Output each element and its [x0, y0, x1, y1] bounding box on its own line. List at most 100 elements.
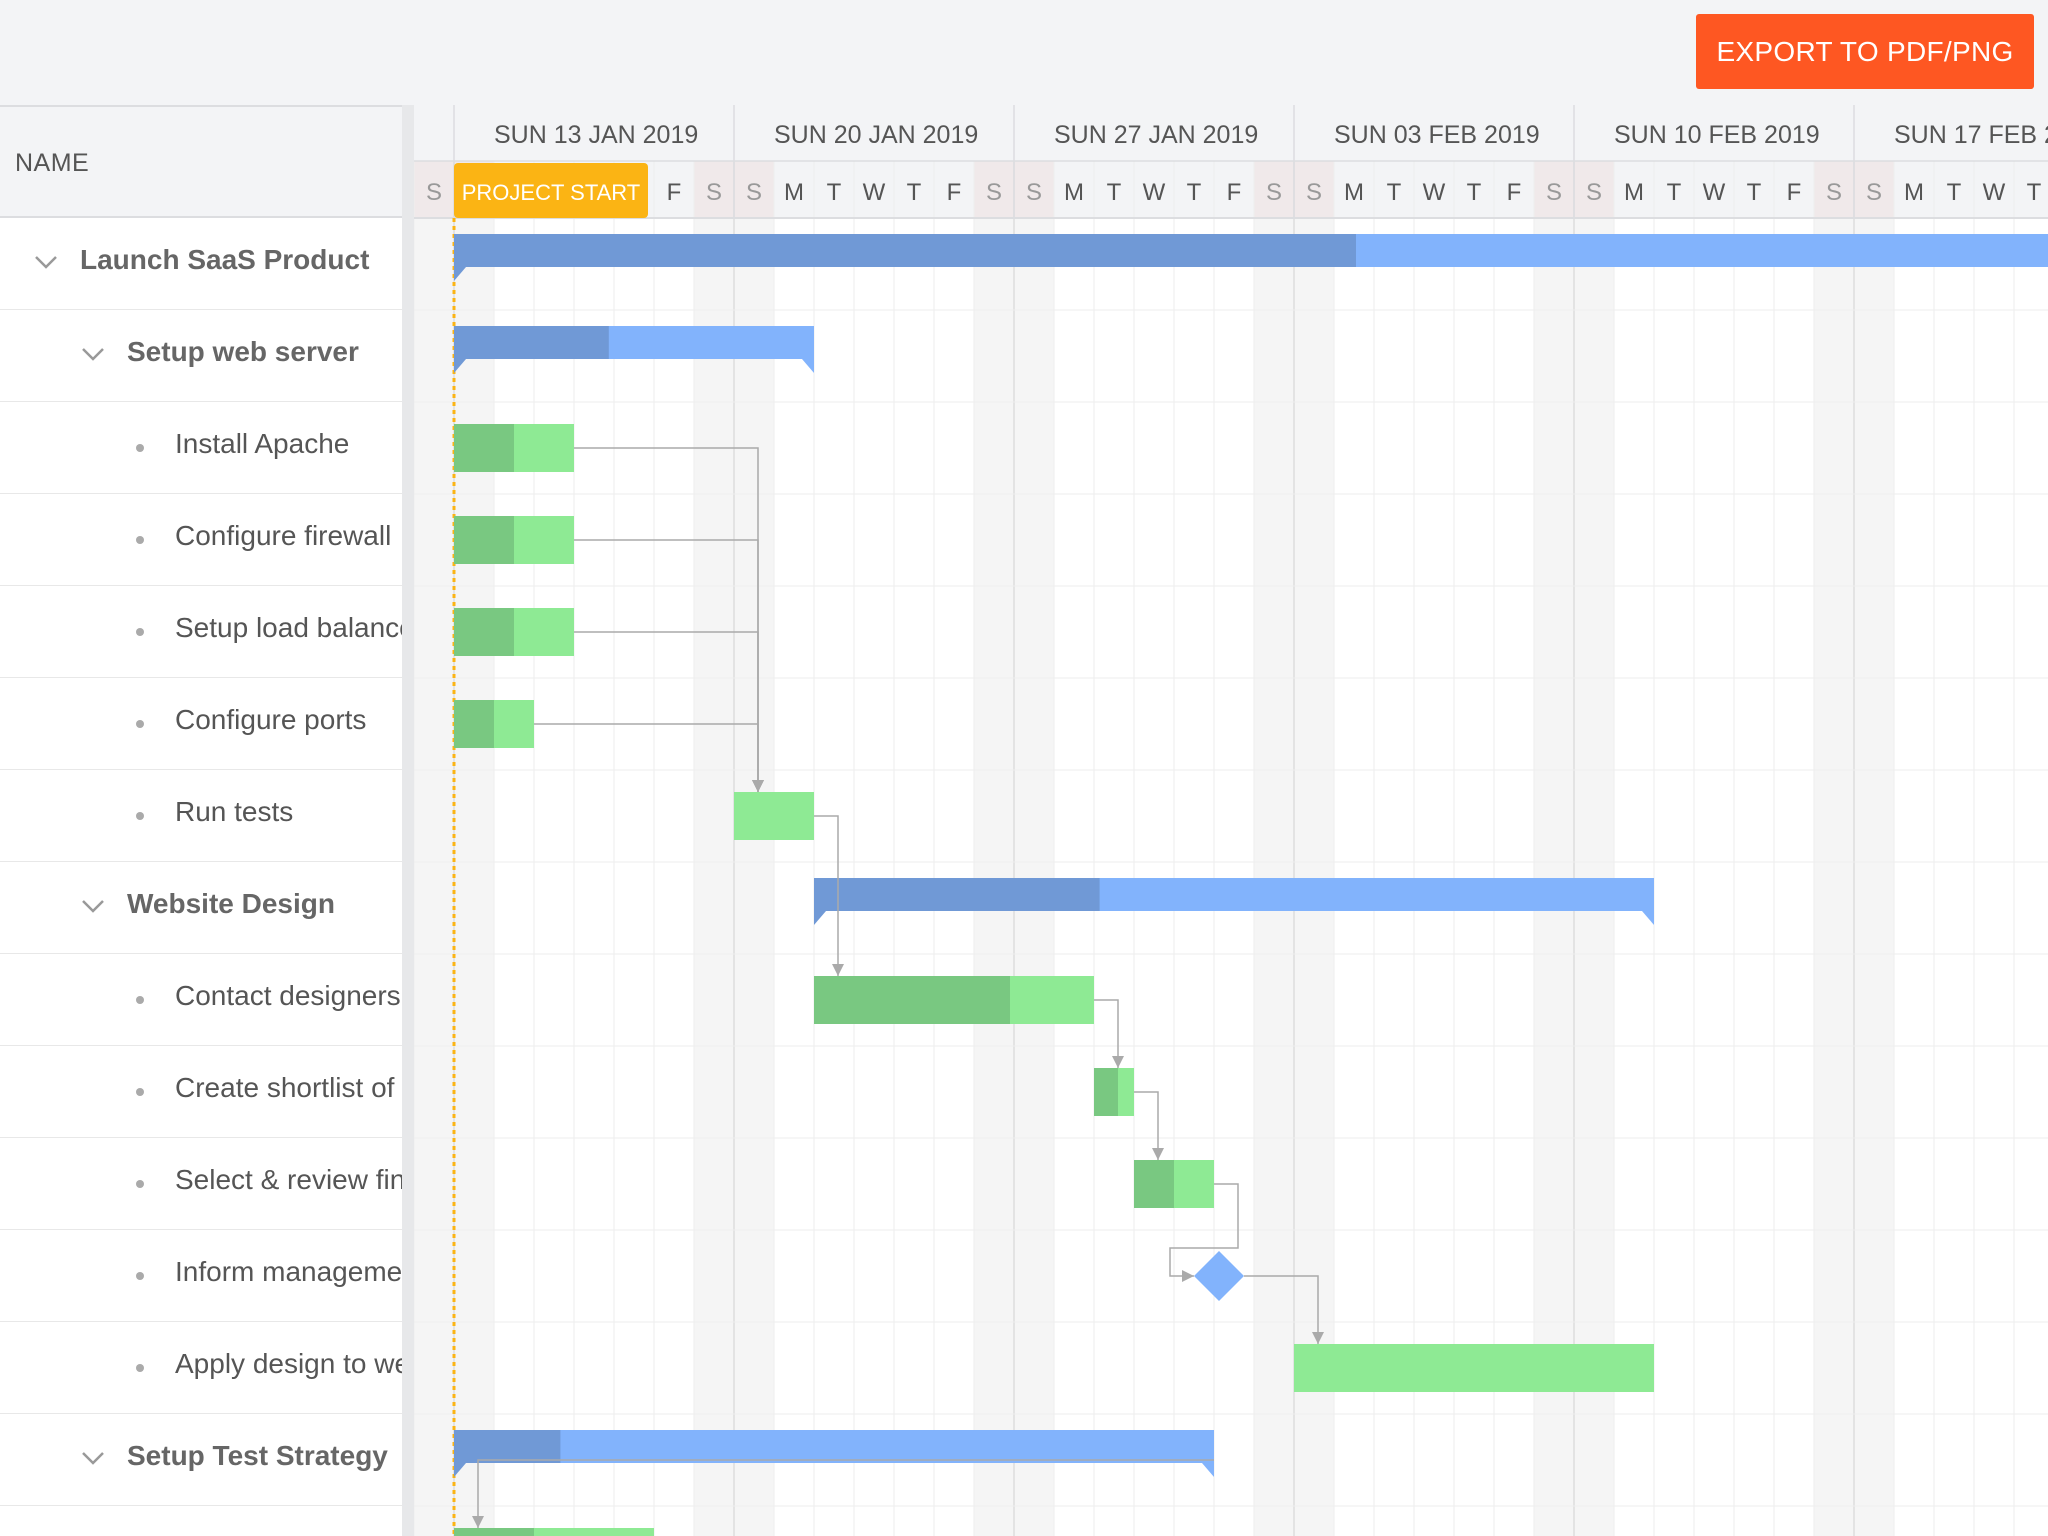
task-name: Launch SaaS Product — [80, 244, 370, 275]
bullet-icon — [136, 1364, 144, 1372]
weekend-column — [1014, 218, 1054, 1536]
bullet-icon — [136, 536, 144, 544]
task-name: Inform management about decision — [175, 1256, 402, 1287]
summary-bar[interactable] — [454, 1430, 1214, 1463]
summary-progress — [454, 1430, 561, 1463]
day-label: S — [1866, 179, 1882, 206]
bullet-icon — [136, 996, 144, 1004]
weekend-column — [1574, 218, 1614, 1536]
day-label: S — [426, 179, 442, 206]
task-row-run-tests[interactable]: Run tests — [0, 770, 402, 862]
task-row-install-apache[interactable]: Install Apache — [0, 402, 402, 494]
task-row-contact-designers[interactable]: Contact designers — [0, 954, 402, 1046]
day-label: F — [667, 179, 682, 206]
weekend-column — [414, 218, 454, 1536]
task-bar[interactable] — [1294, 1344, 1654, 1392]
task-tree: Launch SaaS Product Setup web server Insta… — [0, 218, 402, 1536]
toolbar: EXPORT TO PDF/PNG — [0, 0, 2048, 105]
day-label: M — [784, 179, 804, 206]
chevron-down-icon[interactable] — [80, 1448, 106, 1468]
summary-progress — [454, 234, 1356, 267]
day-label: M — [1344, 179, 1364, 206]
task-name: Install Apache — [175, 428, 350, 459]
day-label: W — [863, 179, 886, 206]
link-arrowhead — [1152, 1148, 1164, 1160]
week-label: SUN 27 JAN 2019 — [1054, 121, 1258, 149]
day-label: F — [1787, 179, 1802, 206]
bullet-icon — [136, 1088, 144, 1096]
day-label: W — [1703, 179, 1726, 206]
day-label: S — [986, 179, 1002, 206]
week-label: SUN 13 JAN 2019 — [494, 121, 698, 149]
task-name: Configure ports — [175, 704, 367, 735]
task-progress — [1134, 1160, 1174, 1208]
task-row-select-and-review-final-design[interactable]: Select & review final design — [0, 1138, 402, 1230]
week-label: SUN 20 JAN 2019 — [774, 121, 978, 149]
name-column-header[interactable]: NAME — [0, 105, 402, 218]
weekend-column — [1294, 218, 1334, 1536]
task-bar[interactable] — [734, 792, 814, 840]
task-name: Select & review final design — [175, 1164, 402, 1195]
task-row-inform-management-about-decision[interactable]: Inform management about decision — [0, 1230, 402, 1322]
summary-progress — [814, 878, 1100, 911]
summary-progress — [454, 326, 609, 359]
task-progress — [1094, 1068, 1118, 1116]
day-label: T — [1467, 179, 1482, 206]
day-label: T — [1947, 179, 1962, 206]
task-row-launch-saas-product[interactable]: Launch SaaS Product — [0, 218, 402, 310]
link-arrowhead — [1182, 1270, 1194, 1282]
export-button[interactable]: EXPORT TO PDF/PNG — [1696, 14, 2034, 89]
summary-end-tip — [1202, 1463, 1214, 1477]
day-label: S — [1306, 179, 1322, 206]
day-label: S — [1266, 179, 1282, 206]
day-label: S — [1826, 179, 1842, 206]
day-label: M — [1904, 179, 1924, 206]
week-label: SUN 17 FEB 2019 — [1894, 121, 2048, 149]
day-label: T — [1107, 179, 1122, 206]
weekend-column — [1254, 218, 1294, 1536]
task-row-apply-design-to-web-site[interactable]: Apply design to web site — [0, 1322, 402, 1414]
task-name: Website Design — [127, 888, 335, 919]
task-progress — [814, 976, 1010, 1024]
task-name: Configure firewall — [175, 520, 392, 551]
task-row-hire-qa-staff[interactable]: Hire QA staff — [0, 1506, 402, 1536]
task-row-setup-web-server[interactable]: Setup web server — [0, 310, 402, 402]
bullet-icon — [136, 628, 144, 636]
task-name: Setup web server — [127, 336, 359, 367]
name-column-label: NAME — [15, 149, 90, 177]
day-label: T — [907, 179, 922, 206]
milestone-diamond[interactable] — [1194, 1251, 1244, 1301]
task-row-setup-test-strategy[interactable]: Setup Test Strategy — [0, 1414, 402, 1506]
chevron-down-icon[interactable] — [80, 896, 106, 916]
summary-end-tip — [802, 359, 814, 373]
task-row-website-design[interactable]: Website Design — [0, 862, 402, 954]
task-row-setup-load-balancer[interactable]: Setup load balancer — [0, 586, 402, 678]
task-name: Run tests — [175, 796, 294, 827]
chevron-down-icon[interactable] — [33, 252, 59, 272]
day-label: T — [1667, 179, 1682, 206]
weekend-column — [734, 218, 774, 1536]
weekend-column — [1814, 218, 1854, 1536]
bullet-icon — [136, 444, 144, 452]
task-row-create-shortlist-of-designers[interactable]: Create shortlist of designers — [0, 1046, 402, 1138]
summary-start-tip — [814, 911, 826, 925]
task-name: Contact designers — [175, 980, 401, 1011]
day-label: S — [746, 179, 762, 206]
day-label: W — [1143, 179, 1166, 206]
day-label: M — [1624, 179, 1644, 206]
day-label: S — [1586, 179, 1602, 206]
gantt-timeline: SUN 13 JAN 2019 SUN 20 JAN 2019 SUN 27 JAN… — [414, 105, 2048, 1536]
link-arrowhead — [832, 964, 844, 976]
task-row-configure-ports[interactable]: Configure ports — [0, 678, 402, 770]
bullet-icon — [136, 720, 144, 728]
grid-splitter[interactable] — [402, 105, 414, 1536]
bullet-icon — [136, 1272, 144, 1280]
weekend-column — [454, 218, 494, 1536]
task-name: Setup Test Strategy — [127, 1440, 388, 1471]
project-start-label: PROJECT START — [462, 180, 640, 205]
task-row-configure-firewall[interactable]: Configure firewall — [0, 494, 402, 586]
day-label: S — [1546, 179, 1562, 206]
day-label: F — [1227, 179, 1242, 206]
day-label: S — [706, 179, 722, 206]
chevron-down-icon[interactable] — [80, 344, 106, 364]
